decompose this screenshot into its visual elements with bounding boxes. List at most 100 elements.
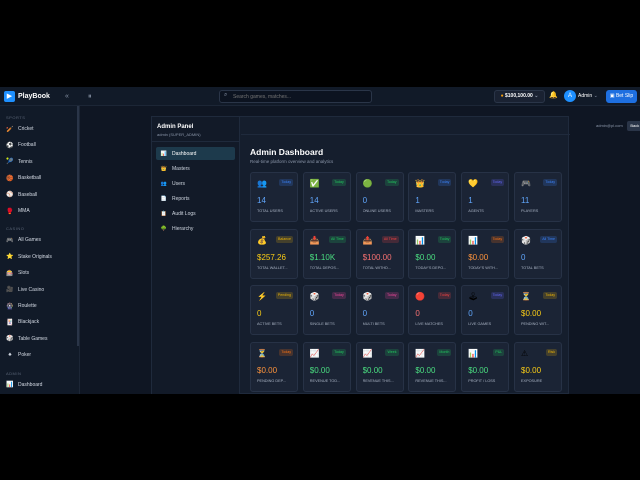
stat-label: LIVE GAMES (468, 322, 492, 326)
ticket-icon: ▣ (609, 93, 615, 99)
sidebar-item-cricket[interactable]: 🏏 Cricket (6, 123, 74, 135)
sidebar-item-label: Live Casino (18, 286, 45, 293)
status-badge: Today (437, 292, 452, 299)
stat-card-revenue-this[interactable]: 📈 Month $0.00 REVENUE THIS... (408, 341, 457, 392)
status-badge: All Time (381, 235, 399, 243)
sidebar-item-live-casino[interactable]: 🎥 Live Casino (6, 284, 74, 296)
sidebar-item-all-games[interactable]: 🎮 All Games (6, 234, 74, 246)
admin-nav-masters[interactable]: 👑 Masters (156, 162, 235, 175)
basketball-icon: 🏀 (6, 175, 14, 182)
sidebar-item-stake-originals[interactable]: ⭐ Stake Originals (6, 251, 74, 263)
stat-card-pending-dep[interactable]: ⏳ Today $0.00 PENDING DEP... (250, 341, 298, 392)
sidebar-item-slots[interactable]: 🎰 Slots (6, 267, 74, 279)
stat-card-pending-wit[interactable]: ⏳ Today $0.00 PENDING WIT... (514, 285, 562, 335)
hierarchy-icon: 🌳 (160, 225, 168, 232)
stat-card-players[interactable]: 🎮 Today 11 PLAYERS (514, 172, 562, 222)
stat-icon: ⏳ (257, 348, 267, 358)
sidebar-item-label: Poker (18, 352, 32, 359)
avatar[interactable]: A (564, 90, 576, 102)
stat-label: TODAY'S DEPO... (415, 265, 447, 270)
stat-card-active-users[interactable]: ✅ Today 14 ACTIVE USERS (302, 172, 351, 222)
pause-icon[interactable]: ⏸ (88, 91, 92, 102)
status-badge: P&L (493, 348, 505, 356)
sidebar-item-football[interactable]: ⚽ Football (6, 139, 74, 151)
sidebar-scrollbar[interactable] (77, 106, 79, 346)
bell-icon[interactable]: 🔔 (549, 91, 558, 99)
sidebar-item-label: Basketball (18, 175, 42, 182)
sidebar-item-tennis[interactable]: 🎾 Tennis (6, 156, 74, 168)
sidebar-item-baseball[interactable]: ⚾ Baseball (6, 189, 74, 201)
stat-icon: 🎮 (521, 179, 531, 188)
stat-card-active-bets[interactable]: ⚡ Pending 0 ACTIVE BETS (250, 285, 298, 335)
stat-card-total-users[interactable]: 👥 Today 14 TOTAL USERS (250, 172, 298, 222)
bet-slip-button[interactable]: ▣ Bet Slip (606, 90, 637, 103)
stat-card-revenue-tod[interactable]: 📈 Today $0.00 REVENUE TOD... (302, 341, 351, 392)
stat-card-multi-bets[interactable]: 🎲 Today 0 MULTI BETS (355, 285, 404, 335)
stat-icon: ✅ (309, 179, 320, 188)
stat-icon: 🎲 (521, 235, 531, 245)
sidebar-item-blackjack[interactable]: 🃏 Blackjack (6, 316, 74, 328)
admin-nav-dashboard[interactable]: 📊 Dashboard (156, 147, 235, 160)
status-badge: Week (385, 348, 399, 356)
stat-card-single-bets[interactable]: 🎲 Today 0 SINGLE BETS (302, 285, 351, 335)
stat-label: MASTERS (415, 209, 434, 213)
wallet-icon: ● (500, 93, 504, 99)
stat-value: 0 (468, 309, 473, 318)
sidebar-item-basketball[interactable]: 🏀 Basketball (6, 172, 74, 184)
stat-card-total-bets[interactable]: 🎲 All Time 0 TOTAL BETS (514, 228, 562, 279)
sidebar-item-roulette[interactable]: 🎡 Roulette (6, 300, 74, 312)
sidebar-item-mma[interactable]: 🥊 MMA (6, 205, 74, 217)
stat-card-total-depos[interactable]: 📥 All Time $1.10K TOTAL DEPOS... (302, 228, 351, 279)
stat-label: PENDING WIT... (521, 322, 550, 326)
stat-label: TOTAL BETS (521, 265, 544, 270)
stat-icon: 📥 (309, 235, 320, 245)
stat-card-today-s-depo[interactable]: 📊 Today $0.00 TODAY'S DEPO... (408, 228, 457, 279)
stat-card-masters[interactable]: 👑 Today 1 MASTERS (408, 172, 457, 222)
collapse-sidebar-icon[interactable]: « (65, 91, 69, 102)
admin-nav-reports[interactable]: 📄 Reports (156, 192, 235, 205)
stat-card-agents[interactable]: 💛 Today 1 AGENTS (461, 172, 510, 222)
top-bar: ▶ PlayBook « ⏸ ⌕ ● $100,100.00 ⌄ 🔔 A Adm… (0, 87, 640, 106)
search-box[interactable]: ⌕ (219, 90, 372, 103)
sidebar-item-label: Stake Originals (18, 253, 52, 260)
search-input[interactable] (233, 92, 368, 102)
admin-nav-hierarchy[interactable]: 🌳 Hierarchy (156, 222, 235, 235)
admin-nav-label: Dashboard (172, 150, 197, 157)
stat-value: $257.26 (257, 252, 286, 262)
panel-header: admin@pl.com Back to Site (241, 117, 640, 135)
masters-icon: 👑 (160, 165, 168, 172)
stat-card-online-users[interactable]: 🟢 Today 0 ONLINE USERS (355, 172, 404, 222)
stat-label: LIVE MATCHES (415, 322, 443, 326)
stat-card-profit-loss[interactable]: 📊 P&L $0.00 PROFIT / LOSS (461, 341, 510, 392)
sidebar-item-dashboard[interactable]: 📊 Dashboard (6, 379, 74, 391)
logo-icon[interactable]: ▶ (4, 91, 15, 102)
sidebar-item-label: Baseball (18, 191, 38, 198)
sidebar-item-table-games[interactable]: 🎲 Table Games (6, 333, 74, 345)
stat-card-revenue-this[interactable]: 📈 Week $0.00 REVENUE THIS... (355, 341, 404, 392)
poker-icon: ♠ (8, 352, 12, 359)
stat-value: $1.10K (309, 252, 336, 262)
stat-card-exposure[interactable]: ⚠ Risk $0.00 EXPOSURE (514, 341, 562, 392)
stat-card-live-games[interactable]: 🕹 Today 0 LIVE GAMES (461, 285, 510, 335)
sidebar-item-poker[interactable]: ♠ Poker (6, 349, 74, 361)
balance-display[interactable]: ● $100,100.00 ⌄ (494, 90, 545, 103)
stat-card-live-matches[interactable]: 🔴 Today 0 LIVE MATCHES (408, 285, 457, 335)
sidebar-item-label: Tennis (18, 158, 33, 165)
back-to-site-button[interactable]: Back to Site (627, 121, 640, 131)
stat-label: ACTIVE BETS (257, 322, 282, 326)
user-menu[interactable]: Admin ⌄ (578, 91, 598, 102)
admin-panel-role: admin (SUPER_ADMIN) (157, 132, 201, 137)
status-badge: All Time (540, 235, 557, 243)
stat-label: TOTAL WITHD... (362, 265, 391, 270)
stat-value: 0 (362, 196, 368, 205)
stat-card-total-wallet[interactable]: 💰 Balance $257.26 TOTAL WALLET... (250, 228, 298, 279)
admin-nav-users[interactable]: 👥 Users (156, 177, 235, 190)
divider (152, 141, 240, 142)
admin-nav-audit-logs[interactable]: 📋 Audit Logs (156, 207, 235, 220)
stat-card-today-s-with[interactable]: 📊 Today $0.00 TODAY'S WITH... (461, 228, 510, 279)
status-badge: Balance (276, 235, 293, 243)
admin-nav-label: Audit Logs (172, 210, 196, 217)
live-casino-icon: 🎥 (6, 287, 14, 294)
brand-name[interactable]: PlayBook (18, 91, 50, 102)
stat-card-total-withd[interactable]: 📤 All Time $100.00 TOTAL WITHD... (355, 228, 404, 279)
